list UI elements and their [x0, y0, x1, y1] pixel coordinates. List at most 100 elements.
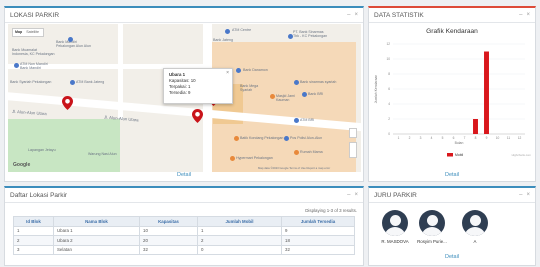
popup-close-icon[interactable]: ×: [226, 70, 229, 76]
map-toggle-satellite[interactable]: Satellite: [24, 29, 41, 36]
label-atm-mandiri: ATM Non Mandiri Bank Mandiri: [20, 62, 48, 70]
staff-card[interactable]: Rosyim Purie...: [417, 210, 447, 244]
cell-nama: Ubara 1: [53, 225, 140, 236]
staff-panel-header: JURU PARKIR – ×: [369, 188, 535, 203]
bank-poi-icon: [302, 92, 307, 97]
col-header[interactable]: Jumlah Tersedia: [281, 216, 355, 227]
parking-pin-icon[interactable]: [192, 109, 203, 123]
map-type-toggle[interactable]: Map Satellite: [12, 28, 44, 37]
close-icon[interactable]: ×: [526, 192, 530, 198]
label-hypermart: Hypermart Pekalongan: [236, 156, 273, 160]
bank-poi-icon: [294, 80, 299, 85]
label-puskesmas: Warung Nasi Alun: [88, 152, 117, 156]
close-icon[interactable]: ×: [354, 192, 358, 198]
cell-mobil: 2: [197, 235, 282, 246]
y-tick-label: 4: [388, 102, 390, 106]
parking-list-panel: Daftar Lokasi Parkir – × Displaying 1-3 …: [4, 186, 364, 266]
parking-pin-icon[interactable]: [62, 96, 73, 110]
stats-panel-header: DATA STATISTIK – ×: [369, 8, 535, 23]
y-tick-label: 0: [388, 132, 390, 136]
bank-poi-icon: [14, 63, 19, 68]
table-row[interactable]: 2 Ubara 2 20 2 18: [13, 235, 355, 246]
y-tick-label: 6: [388, 87, 390, 91]
cell-kapasitas: 10: [139, 225, 198, 236]
zoom-control[interactable]: [349, 142, 357, 158]
pegman-icon[interactable]: [349, 128, 357, 138]
shop-poi-icon: [294, 150, 299, 155]
label-bank-danamon: Bank Danamon: [243, 68, 268, 72]
label-bank-muamalat: Bank Muamalat Indonesia, KC Pekalongan: [12, 48, 55, 56]
avatar-icon: [382, 210, 408, 236]
map-info-popup: × Ubara 1 Kapasitas: 10 Terpakai: 1 Ters…: [163, 68, 233, 104]
cell-mobil: 1: [197, 225, 282, 236]
table-row[interactable]: 1 Ubara 1 10 1 9: [13, 225, 355, 236]
legend-label: Mobil: [455, 153, 463, 157]
label-bank-sinarmas: Bank sinarmas syariah: [300, 80, 337, 84]
shop-poi-icon: [230, 156, 235, 161]
bank-poi-icon: [225, 29, 230, 34]
bank-poi-icon: [288, 34, 293, 39]
map-panel-title: LOKASI PARKIR: [10, 11, 60, 19]
label-bank-jateng: Bank Jateng: [213, 38, 233, 42]
label-bank-bri: Bank BRI: [308, 92, 324, 96]
cell-nama: Ubara 2: [53, 235, 140, 246]
label-bank-mega: Bank Mega Syariah: [240, 84, 259, 92]
x-tick-label: 9: [486, 136, 488, 140]
bank-poi-icon: [294, 118, 299, 123]
staff-card[interactable]: A: [460, 210, 490, 244]
y-axis-label: Jumlah Kendaraan: [374, 75, 378, 104]
col-header[interactable]: Id Blok: [13, 216, 54, 227]
y-tick-label: 2: [388, 117, 390, 121]
staff-card[interactable]: R. MASDOVA: [380, 210, 410, 244]
col-header[interactable]: Kapasitas: [139, 216, 198, 227]
bank-poi-icon: [70, 80, 75, 85]
cell-nama: Selatan: [53, 244, 140, 255]
stats-detail-link[interactable]: Detail: [369, 172, 535, 178]
map-toggle-map[interactable]: Map: [13, 29, 24, 36]
label-batik: Batik Kondang Pekalongan: [240, 136, 284, 140]
map-panel: LOKASI PARKIR – × Map Satellite ATM Cent…: [4, 6, 364, 182]
cell-kapasitas: 32: [139, 244, 198, 255]
x-tick-label: 11: [507, 136, 511, 140]
col-header[interactable]: Jumlah Mobil: [197, 216, 282, 227]
avatar-icon: [419, 210, 445, 236]
stats-panel-title: DATA STATISTIK: [374, 11, 424, 19]
chart-bar: [484, 51, 489, 134]
bank-poi-icon: [68, 37, 73, 42]
google-logo: Google: [13, 162, 31, 168]
vehicle-chart: Jumlah Kendaraan0246810121 2 3 4 5 6 7 8 9 10 11 12…: [374, 42, 532, 157]
y-tick-label: 8: [388, 72, 390, 76]
label-pt-bank: PT. Bank Sinarmas Tbk - KC Pekalongan: [293, 30, 328, 38]
map-detail-link[interactable]: Detail: [5, 172, 363, 178]
map-attribution[interactable]: Map data ©2023 Google Terms of Use Repor…: [258, 166, 330, 170]
close-icon[interactable]: ×: [526, 12, 530, 18]
x-tick-label: 7: [464, 136, 466, 140]
collapse-icon[interactable]: –: [347, 192, 350, 198]
staff-detail-link[interactable]: Detail: [369, 254, 535, 260]
label-bank-syariah: Bank Syariah Pekalongan: [10, 80, 52, 84]
col-header[interactable]: Nama Blok: [53, 216, 140, 227]
table-header-row: Id Blok Nama Blok Kapasitas Jumlah Mobil…: [13, 216, 355, 227]
label-bank-mandiri: Bank Mandiri Pekalongan Alun Alun: [56, 40, 91, 48]
collapse-icon[interactable]: –: [519, 192, 522, 198]
label-atm-bank-jateng: ATM Bank Jateng: [76, 80, 105, 84]
cell-tersedia: 32: [281, 244, 355, 255]
parking-map[interactable]: Map Satellite ATM Centre Bank Jateng PT.…: [8, 24, 361, 172]
cell-mobil: 0: [197, 244, 282, 255]
x-tick-label: 2: [409, 136, 411, 140]
staff-name: R. MASDOVA: [381, 239, 409, 244]
collapse-icon[interactable]: –: [347, 12, 350, 18]
close-icon[interactable]: ×: [354, 12, 358, 18]
x-tick-label: 8: [475, 136, 477, 140]
cell-tersedia: 18: [281, 235, 355, 246]
label-atm-bri: ATM BRI: [300, 118, 315, 122]
results-summary: Displaying 1-3 of 3 results.: [305, 208, 357, 213]
collapse-icon[interactable]: –: [519, 12, 522, 18]
label-pos-polisi: Pos Polisi Alun-Alun: [290, 136, 323, 140]
x-tick-label: 5: [442, 136, 444, 140]
staff-panel-title: JURU PARKIR: [374, 191, 417, 199]
bank-poi-icon: [236, 68, 241, 73]
label-masjid: Masjid Jami Kauman: [276, 94, 295, 102]
shop-poi-icon: [234, 136, 239, 141]
table-row[interactable]: 3 Selatan 32 0 32: [13, 244, 355, 255]
